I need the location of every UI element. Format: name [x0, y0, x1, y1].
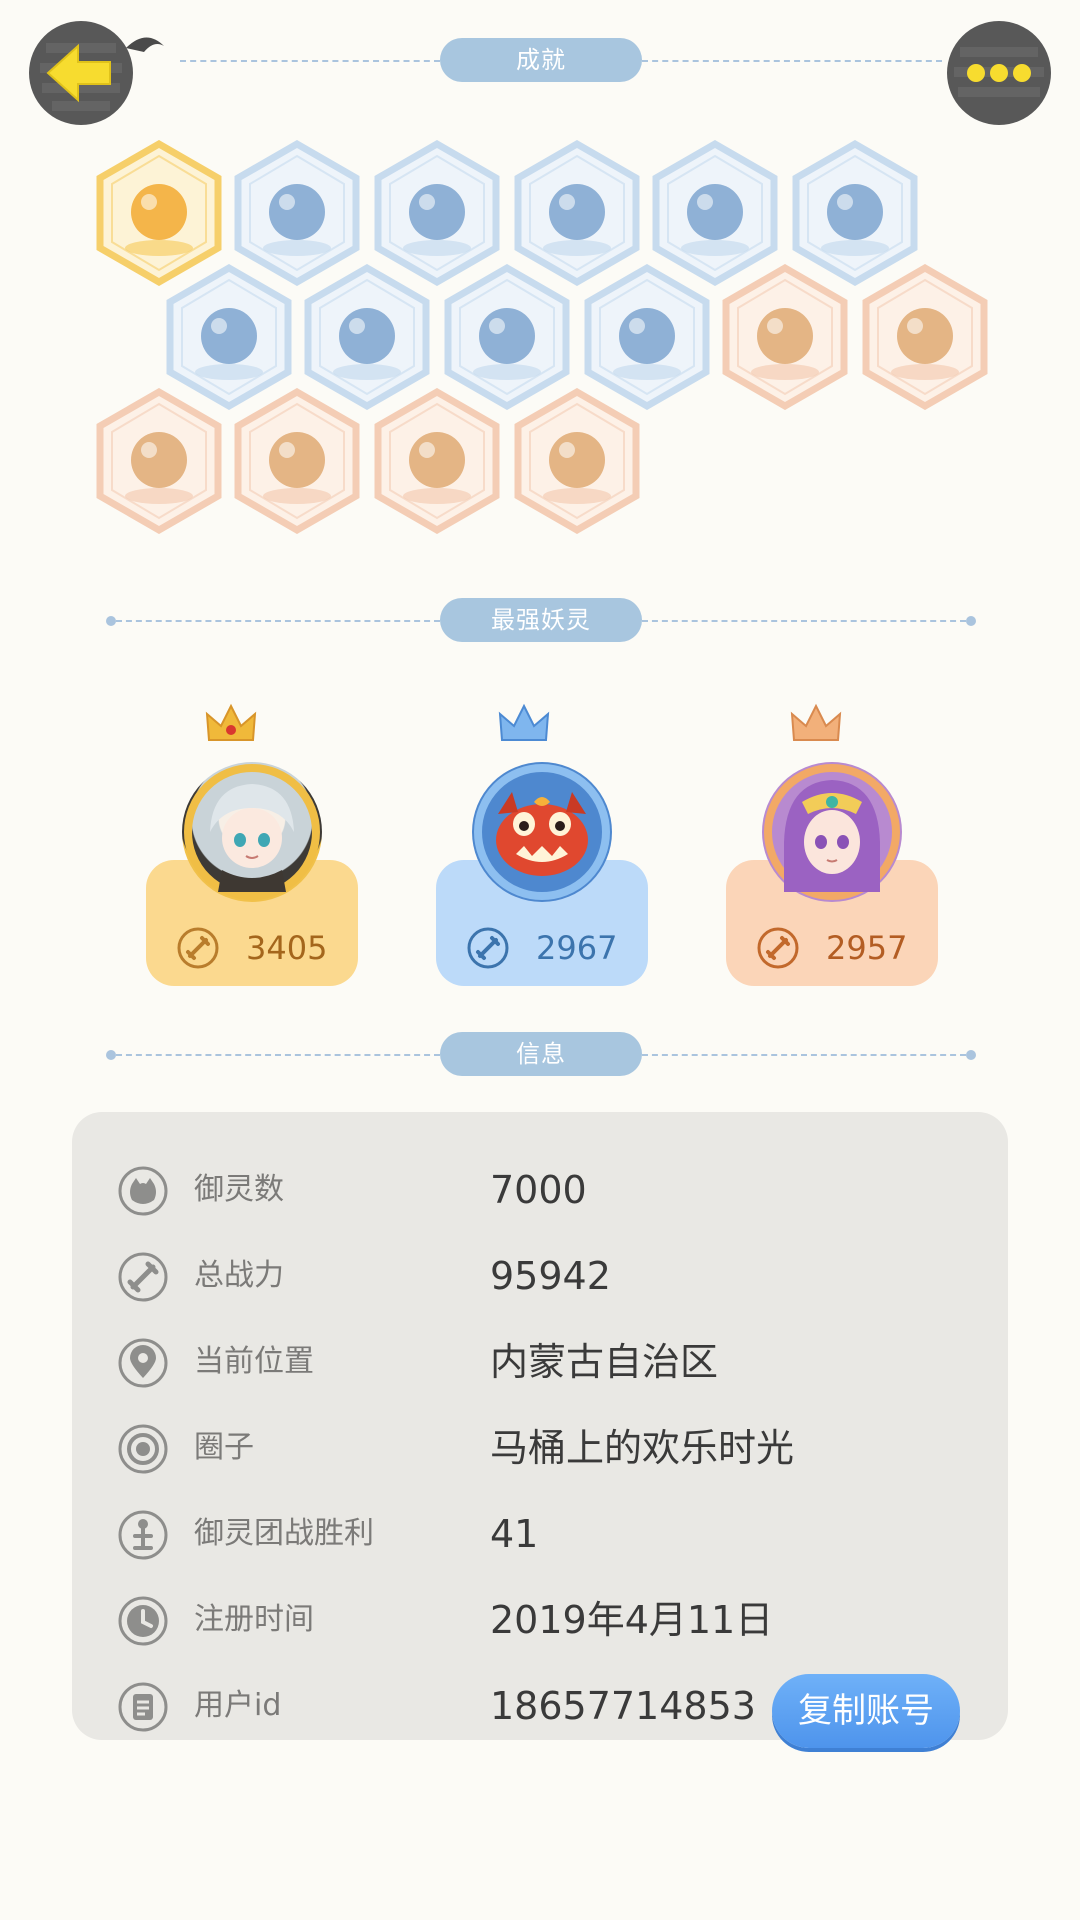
row-value: 41	[490, 1512, 539, 1556]
fox-book-badge-icon	[514, 387, 640, 535]
achievements-title: 成就	[440, 38, 642, 82]
spirit-power: 2957	[826, 929, 908, 967]
spirit-power: 3405	[246, 929, 328, 967]
info-panel: 御灵数 7000 总战力 95942 当前位置 内蒙古自治区 圈子 马桶上的欢乐…	[72, 1112, 1008, 1748]
row-label: 注册时间	[194, 1602, 314, 1637]
sword-circle-icon	[757, 927, 799, 969]
info-row-circle: 圈子 马桶上的欢乐时光	[72, 1408, 1008, 1488]
spirit-power: 2967	[536, 929, 618, 967]
avatar-face	[764, 764, 900, 900]
target-circle-icon	[118, 1424, 168, 1474]
row-value: 内蒙古自治区	[490, 1340, 719, 1384]
strongest-title: 最强妖灵	[440, 598, 642, 642]
strongest-section-header: 最强妖灵	[0, 598, 1080, 644]
document-icon	[118, 1682, 168, 1732]
spirit-avatar-silver-haired-girl	[182, 762, 322, 902]
spirit-avatar-purple-haired-priestess	[762, 762, 902, 902]
sword-circle-icon	[467, 927, 509, 969]
twin-cats-badge-icon	[374, 387, 500, 535]
info-title: 信息	[440, 1032, 642, 1076]
info-row-team-wins: 御灵团战胜利 41	[72, 1494, 1008, 1574]
row-label: 圈子	[194, 1430, 254, 1465]
bull-statue-badge[interactable]	[232, 387, 362, 535]
achievements-section-header: 成就	[0, 38, 1080, 84]
row-value: 2019年4月11日	[490, 1598, 774, 1642]
row-label: 总战力	[194, 1258, 284, 1293]
bronze-crown-icon	[790, 703, 842, 741]
row-label: 当前位置	[194, 1344, 314, 1379]
twin-cats-badge[interactable]	[372, 387, 502, 535]
pawn-figure-icon	[118, 1510, 168, 1560]
row-value: 7000	[490, 1168, 587, 1212]
avatar-face	[184, 764, 320, 900]
location-pin-icon	[118, 1338, 168, 1388]
avatar-face	[474, 764, 610, 900]
row-value: 马桶上的欢乐时光	[490, 1426, 795, 1470]
info-row-spirit-count: 御灵数 7000	[72, 1150, 1008, 1230]
spirit-head-icon	[118, 1166, 168, 1216]
fire-spirit-badge-icon	[722, 263, 848, 411]
info-row-register-time: 注册时间 2019年4月11日	[72, 1580, 1008, 1660]
koi-fish-badge[interactable]	[94, 387, 224, 535]
row-value: 95942	[490, 1254, 611, 1298]
bull-statue-badge-icon	[234, 387, 360, 535]
info-row-location: 当前位置 内蒙古自治区	[72, 1322, 1008, 1402]
row-value: 18657714853	[490, 1684, 756, 1728]
sword-circle-icon	[177, 927, 219, 969]
blue-crown-icon	[498, 703, 550, 741]
row-label: 御灵数	[194, 1172, 284, 1207]
cat-cart-badge[interactable]	[860, 263, 990, 411]
koi-fish-badge-icon	[96, 387, 222, 535]
clock-icon	[118, 1596, 168, 1646]
spirit-avatar-red-crab	[472, 762, 612, 902]
info-row-total-power: 总战力 95942	[72, 1236, 1008, 1316]
info-row-user-id: 用户id 18657714853 复制账号	[72, 1666, 1008, 1748]
cat-cart-badge-icon	[862, 263, 988, 411]
copy-account-button[interactable]: 复制账号	[772, 1674, 960, 1748]
gold-crown-icon	[205, 703, 257, 741]
fox-book-badge[interactable]	[512, 387, 642, 535]
info-section-header: 信息	[0, 1032, 1080, 1078]
row-label: 御灵团战胜利	[194, 1516, 374, 1551]
fire-spirit-badge[interactable]	[720, 263, 850, 411]
row-label: 用户id	[194, 1688, 282, 1723]
sword-circle-icon	[118, 1252, 168, 1302]
